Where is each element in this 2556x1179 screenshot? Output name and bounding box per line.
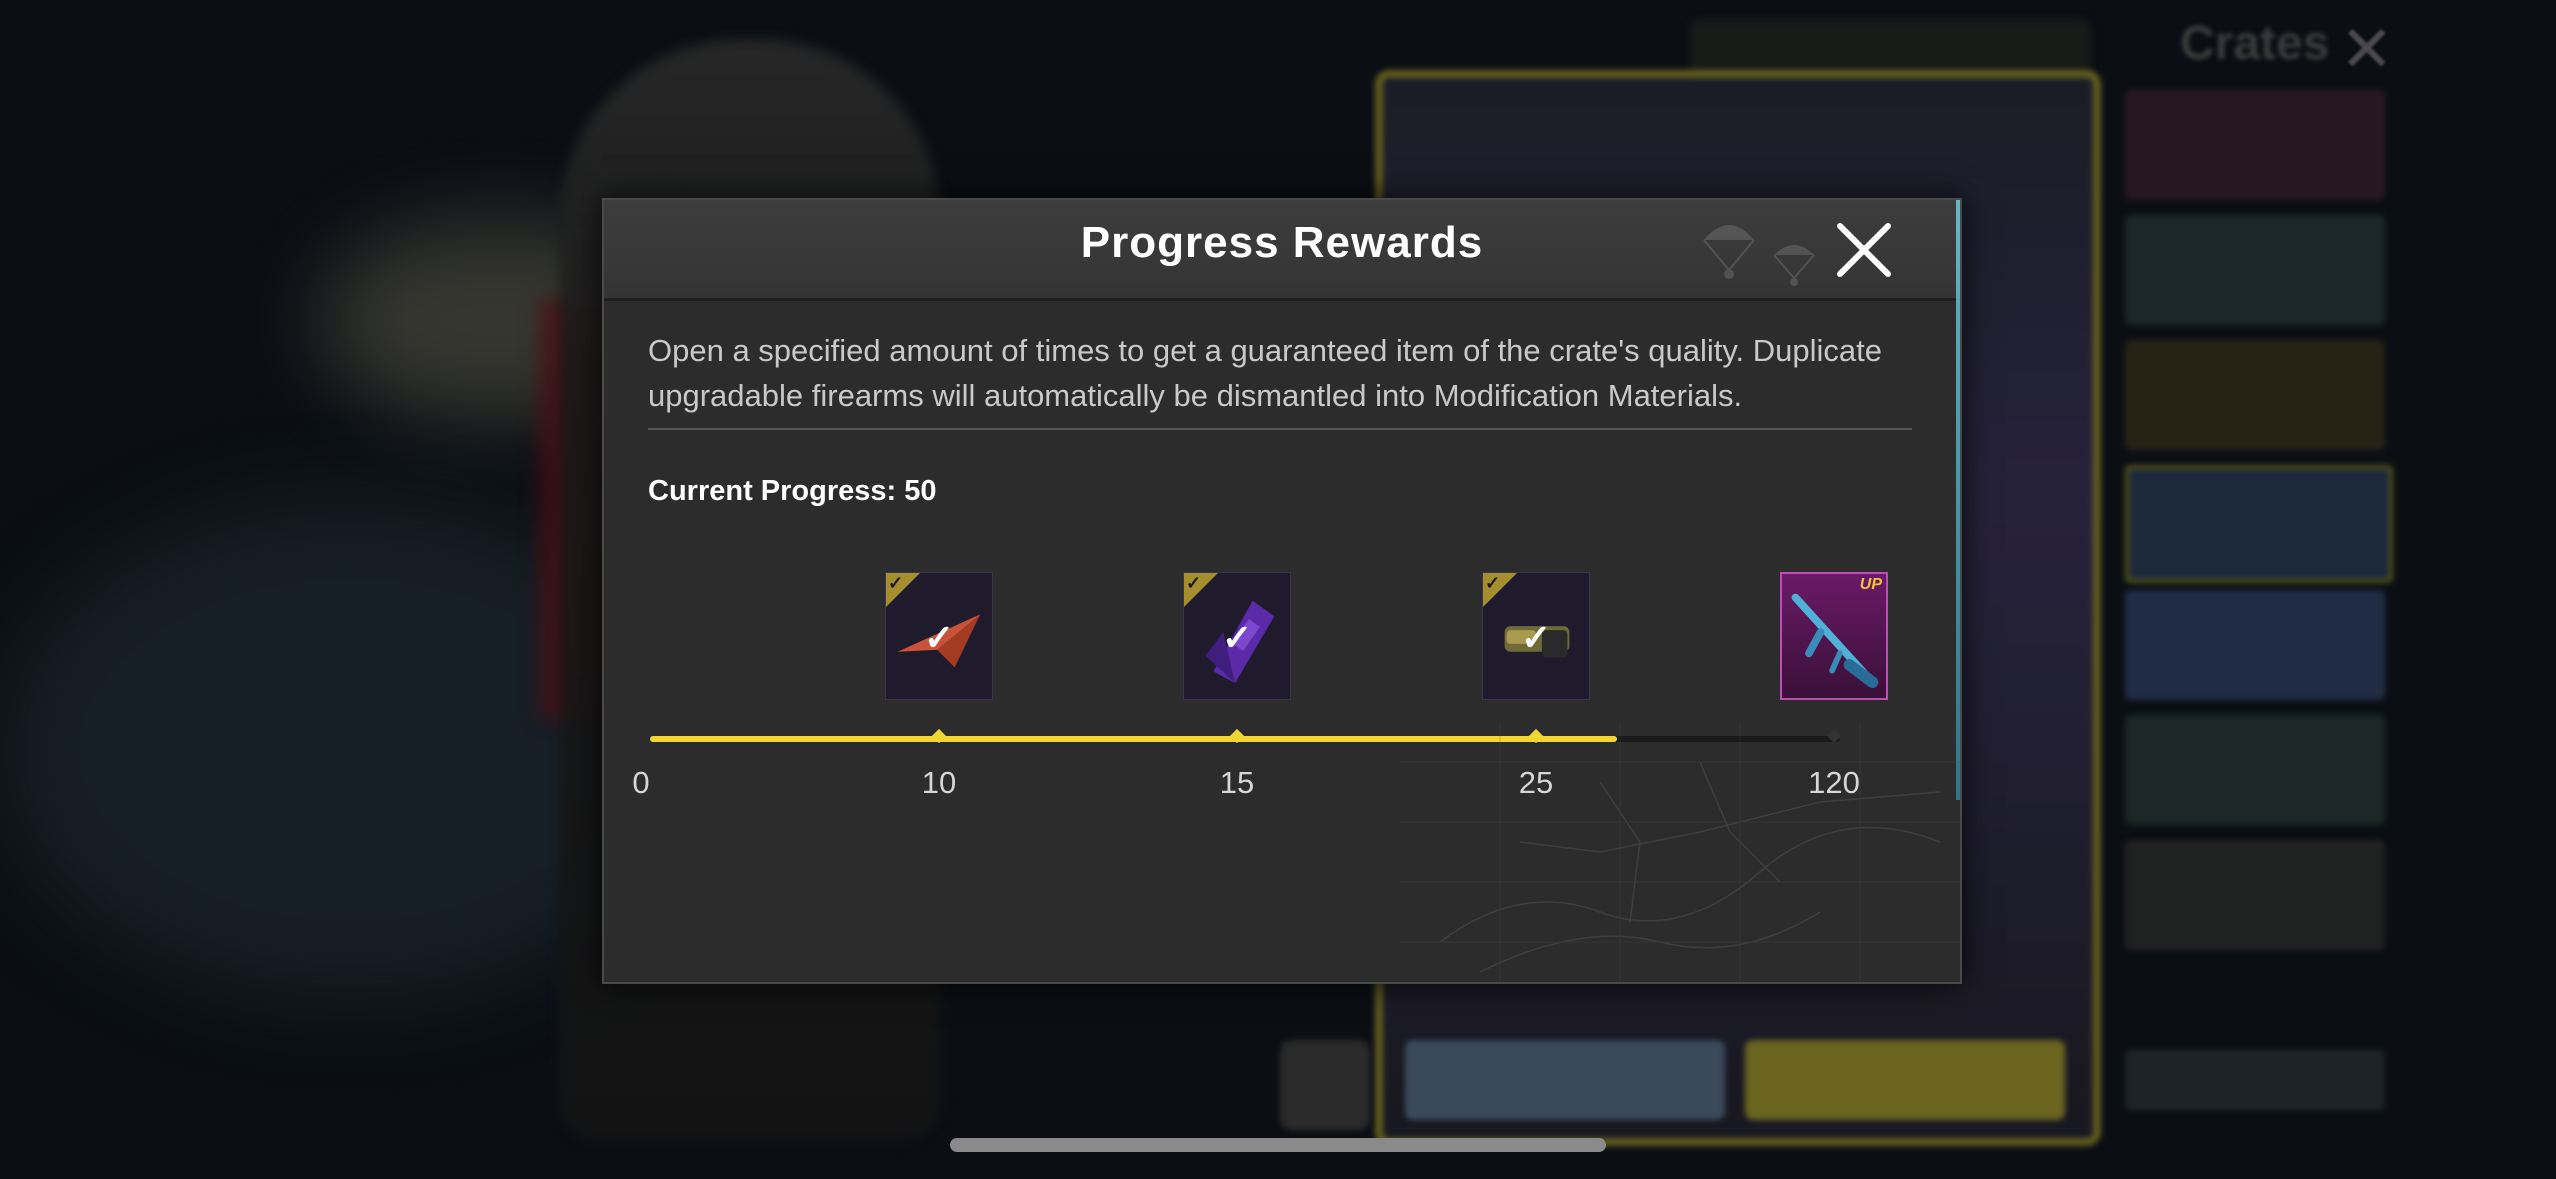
background-close-icon: ✕ bbox=[2340, 13, 2394, 85]
divider bbox=[648, 428, 1912, 430]
tag-check-icon: ✓ bbox=[1186, 573, 1202, 593]
background-emote-button bbox=[1280, 1040, 1370, 1130]
reward-item-10[interactable]: ✓ ✓ bbox=[885, 572, 993, 700]
milestone-label-0: 0 bbox=[632, 765, 650, 800]
close-icon bbox=[1837, 223, 1891, 277]
background-open-once-button bbox=[1405, 1040, 1725, 1120]
background-title: Crates bbox=[2180, 17, 2330, 70]
close-button[interactable] bbox=[1828, 214, 1900, 286]
tag-check-icon: ✓ bbox=[1485, 573, 1501, 593]
background-open-ten-button bbox=[1745, 1040, 2065, 1120]
dialog-header: Progress Rewards bbox=[604, 200, 1960, 301]
current-progress-label: Current Progress: 50 bbox=[648, 475, 937, 507]
claimed-check-icon: ✓ bbox=[1521, 617, 1552, 658]
milestone-label-15: 15 bbox=[1219, 765, 1255, 800]
progress-rewards-dialog: Progress Rewards Open a specified amount… bbox=[602, 198, 1962, 984]
reward-item-25[interactable]: ✓ ✓ bbox=[1482, 572, 1590, 700]
map-decoration bbox=[1400, 722, 1960, 982]
dialog-edge-accent bbox=[1956, 200, 1960, 800]
background-crate-list bbox=[2125, 90, 2395, 1110]
milestone-label-10: 10 bbox=[921, 765, 957, 800]
home-indicator[interactable] bbox=[950, 1138, 1606, 1152]
claimed-check-icon: ✓ bbox=[1222, 617, 1253, 658]
claimed-check-icon: ✓ bbox=[924, 617, 955, 658]
up-badge: UP bbox=[1859, 576, 1882, 593]
reward-item-15[interactable]: ✓ ✓ bbox=[1183, 572, 1291, 700]
reward-item-120[interactable]: UP bbox=[1780, 572, 1888, 700]
dialog-title: Progress Rewards bbox=[1080, 218, 1484, 267]
tag-check-icon: ✓ bbox=[888, 573, 904, 593]
dialog-description: Open a specified amount of times to get … bbox=[648, 333, 1882, 413]
